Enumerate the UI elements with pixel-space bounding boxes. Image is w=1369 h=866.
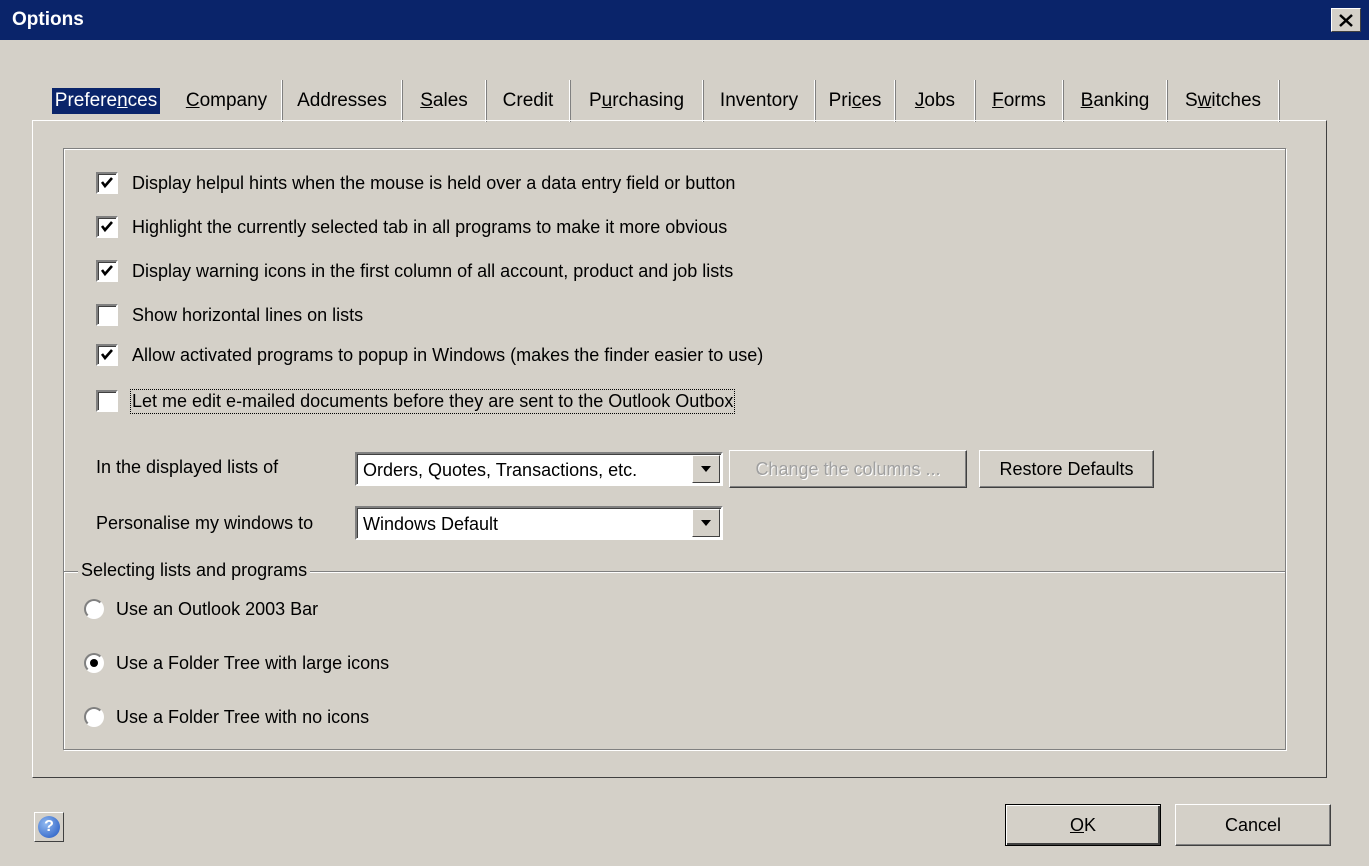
lists-label: In the displayed lists of xyxy=(96,457,279,477)
radio-button[interactable] xyxy=(84,653,104,673)
checkmark-icon xyxy=(100,177,113,189)
checkbox-label: Display helpul hints when the mouse is h… xyxy=(132,172,736,193)
help-button[interactable]: ? xyxy=(34,812,64,842)
checkbox-horizontal-lines[interactable]: Show horizontal lines on lists xyxy=(96,300,363,330)
lists-select[interactable]: Orders, Quotes, Transactions, etc. xyxy=(355,452,723,486)
tab-forms[interactable]: Forms xyxy=(976,80,1064,122)
chevron-down-icon xyxy=(701,520,711,526)
checkbox-label: Highlight the currently selected tab in … xyxy=(132,216,728,237)
tab-company[interactable]: Company xyxy=(172,80,283,122)
ok-button[interactable]: OK xyxy=(1005,804,1161,846)
ok-label: O xyxy=(1069,814,1084,835)
checkbox-label: Show horizontal lines on lists xyxy=(132,304,364,325)
change-columns-button[interactable]: Change the columns ... xyxy=(729,450,967,488)
personalise-select[interactable]: Windows Default xyxy=(355,506,723,540)
tab-inventory[interactable]: Inventory xyxy=(704,80,816,122)
checkmark-icon xyxy=(100,265,113,277)
tab-credit[interactable]: Credit xyxy=(487,80,571,122)
radio-folder-no-icons[interactable]: Use a Folder Tree with no icons xyxy=(84,703,369,731)
ok-label-rest: K xyxy=(1084,814,1097,835)
radio-folder-large-icons[interactable]: Use a Folder Tree with large icons xyxy=(84,649,389,677)
checkbox-label: Let me edit e-mailed documents before th… xyxy=(129,388,736,414)
checkbox-box[interactable] xyxy=(96,344,118,366)
chevron-down-icon xyxy=(701,466,711,472)
checkbox-box[interactable] xyxy=(96,172,118,194)
radio-button[interactable] xyxy=(84,599,104,619)
radio-outlook-bar[interactable]: Use an Outlook 2003 Bar xyxy=(84,595,318,623)
checkbox-label: Display warning icons in the first colum… xyxy=(132,260,734,281)
lists-select-value: Orders, Quotes, Transactions, etc. xyxy=(363,460,638,480)
tab-preferences[interactable]: Preferences xyxy=(44,80,168,122)
radio-dot-icon xyxy=(90,659,98,667)
checkbox-box[interactable] xyxy=(96,304,118,326)
tab-jobs[interactable]: Jobs xyxy=(896,80,976,122)
checkbox-edit-emailed[interactable]: Let me edit e-mailed documents before th… xyxy=(96,386,736,416)
radio-label: Use a Folder Tree with no icons xyxy=(116,706,370,727)
close-icon xyxy=(1339,13,1353,27)
close-button[interactable] xyxy=(1331,8,1361,32)
personalise-dropdown-button[interactable] xyxy=(692,509,720,537)
tab-prices[interactable]: Prices xyxy=(816,80,896,122)
checkbox-popup-windows[interactable]: Allow activated programs to popup in Win… xyxy=(96,340,763,370)
checkbox-display-hints[interactable]: Display helpul hints when the mouse is h… xyxy=(96,168,735,198)
selecting-group-legend: Selecting lists and programs xyxy=(78,560,311,581)
radio-button[interactable] xyxy=(84,707,104,727)
checkbox-box[interactable] xyxy=(96,216,118,238)
tab-label: Preferences xyxy=(51,88,161,114)
window-title: Options xyxy=(12,9,84,30)
tab-banking[interactable]: Banking xyxy=(1064,80,1168,122)
tab-sales[interactable]: Sales xyxy=(403,80,487,122)
checkmark-icon xyxy=(100,221,113,233)
tab-addresses[interactable]: Addresses xyxy=(283,80,403,122)
tab-switches[interactable]: Switches xyxy=(1168,80,1280,122)
radio-label: Use a Folder Tree with large icons xyxy=(116,652,390,673)
checkbox-highlight-tab[interactable]: Highlight the currently selected tab in … xyxy=(96,212,727,242)
tab-purchasing[interactable]: Purchasing xyxy=(571,80,704,122)
title-bar: Options xyxy=(0,0,1369,40)
cancel-button[interactable]: Cancel xyxy=(1175,804,1331,846)
checkbox-box[interactable] xyxy=(96,390,118,412)
radio-label: Use an Outlook 2003 Bar xyxy=(116,598,319,619)
checkbox-box[interactable] xyxy=(96,260,118,282)
checkmark-icon xyxy=(100,349,113,361)
personalise-select-value: Windows Default xyxy=(363,514,499,534)
checkbox-warning-icons[interactable]: Display warning icons in the first colum… xyxy=(96,256,733,286)
checkbox-label: Allow activated programs to popup in Win… xyxy=(132,344,764,365)
lists-dropdown-button[interactable] xyxy=(692,455,720,483)
help-icon: ? xyxy=(38,816,60,838)
personalise-label: Personalise my windows to xyxy=(96,513,314,533)
restore-defaults-button[interactable]: Restore Defaults xyxy=(979,450,1154,488)
